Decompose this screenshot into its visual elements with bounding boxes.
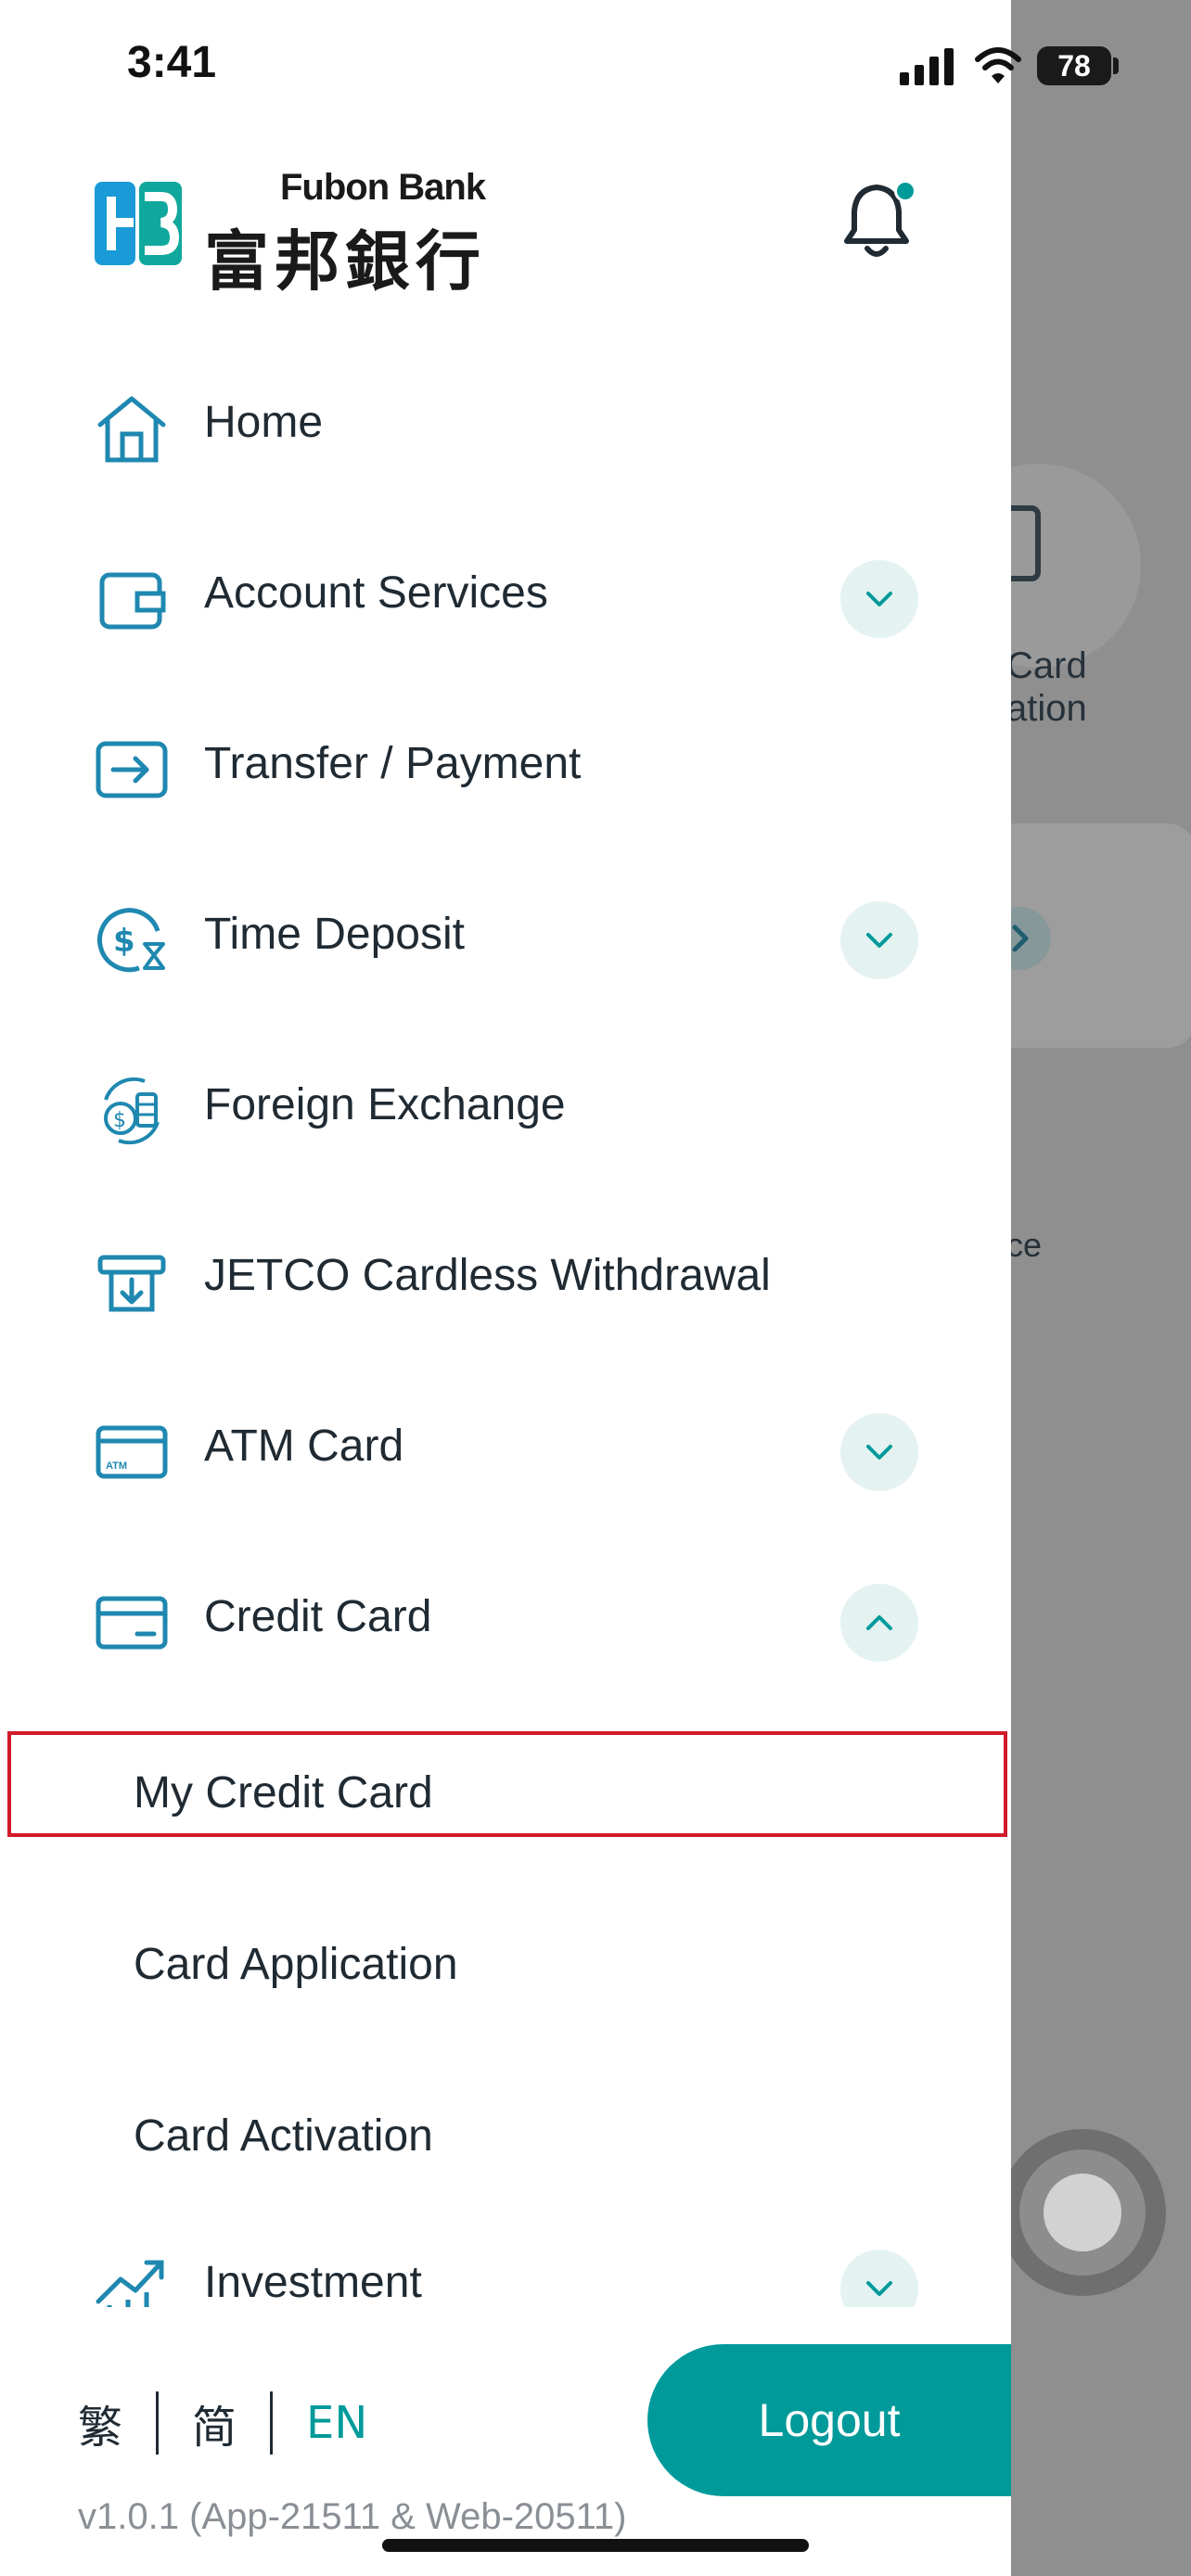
status-time: 3:41 xyxy=(127,38,217,87)
menu-item-credit-card[interactable]: Credit Card xyxy=(0,1545,1011,1684)
menu-label: Time Deposit xyxy=(204,910,465,959)
background-text: Card xyxy=(1011,645,1087,686)
brand-name-en: Fubon Bank xyxy=(280,167,486,208)
menu-label: Home xyxy=(204,398,324,447)
notification-badge xyxy=(894,180,916,202)
expand-chevron-button[interactable] xyxy=(840,2250,918,2307)
navigation-drawer: 3:41 78 Fubon Bank 富邦銀行 Home Account Ser… xyxy=(0,0,1119,2576)
menu-item-jetco-cardless-withdrawal[interactable]: JETCO Cardless Withdrawal xyxy=(0,1204,1011,1343)
menu-label: JETCO Cardless Withdrawal xyxy=(204,1251,771,1300)
battery-tip xyxy=(1113,57,1119,74)
submenu-label: My Credit Card xyxy=(134,1768,433,1817)
logout-button[interactable]: Logout xyxy=(647,2344,1011,2496)
language-option-simplified-chinese[interactable]: 简 xyxy=(192,2391,237,2455)
transfer-icon xyxy=(96,741,168,798)
menu-label: Transfer / Payment xyxy=(204,739,582,788)
menu-item-transfer-payment[interactable]: Transfer / Payment xyxy=(0,692,1011,831)
fubon-bank-logo: Fubon Bank 富邦銀行 xyxy=(93,167,492,300)
atm-card-icon: ATM xyxy=(96,1425,168,1479)
expand-chevron-button[interactable] xyxy=(840,1413,918,1491)
home-indicator[interactable] xyxy=(382,2539,809,2552)
menu-item-account-services[interactable]: Account Services xyxy=(0,521,1011,660)
atm-withdrawal-icon xyxy=(97,1255,166,1312)
time-deposit-icon: $ xyxy=(97,908,165,973)
svg-text:$: $ xyxy=(113,923,135,960)
menu-item-atm-card[interactable]: ATM ATM Card xyxy=(0,1374,1011,1513)
menu-label: Foreign Exchange xyxy=(204,1080,566,1129)
foreign-exchange-icon: $ xyxy=(104,1077,160,1145)
chevron-down-icon xyxy=(866,592,892,606)
expand-chevron-button[interactable] xyxy=(840,560,918,638)
menu-label: Credit Card xyxy=(204,1592,432,1641)
collapse-chevron-button[interactable] xyxy=(840,1584,918,1662)
brand-name-zh: 富邦銀行 xyxy=(204,223,486,300)
background-page-overlay[interactable]: Card ation ce xyxy=(1011,0,1191,2576)
background-card-icon xyxy=(1011,505,1041,581)
battery-icon: 78 xyxy=(1037,46,1111,85)
svg-text:$: $ xyxy=(113,1109,126,1132)
submenu-label: Card Activation xyxy=(134,2111,433,2161)
background-text: ce xyxy=(1011,1226,1043,1264)
atm-card-icon-text: ATM xyxy=(106,1460,127,1472)
investment-icon xyxy=(96,2260,164,2307)
menu-label: Account Services xyxy=(204,568,548,618)
wallet-icon xyxy=(99,572,166,630)
menu-scroll-clip: Investment xyxy=(0,2244,1011,2307)
credit-card-icon xyxy=(96,1596,168,1650)
chevron-up-icon xyxy=(866,1615,892,1630)
menu-item-time-deposit[interactable]: $ Time Deposit xyxy=(0,862,1011,1001)
wifi-icon xyxy=(975,47,1021,83)
language-option-traditional-chinese[interactable]: 繁 xyxy=(78,2391,122,2455)
assistive-touch-button[interactable] xyxy=(1011,2129,1166,2296)
submenu-item-my-credit-card[interactable]: My Credit Card xyxy=(0,1734,1011,1845)
cellular-signal-icon xyxy=(900,48,954,85)
menu-label: Investment xyxy=(204,2258,422,2307)
menu-item-home[interactable]: Home xyxy=(0,351,1011,490)
home-icon xyxy=(97,396,166,463)
language-divider xyxy=(156,2391,160,2455)
submenu-label: Card Application xyxy=(134,1940,458,1989)
language-divider xyxy=(270,2391,274,2455)
language-switcher: 繁 简 EN xyxy=(78,2391,367,2455)
app-version: v1.0.1 (App-21511 & Web-20511) xyxy=(78,2496,627,2537)
chevron-down-icon xyxy=(866,2281,892,2296)
language-option-english[interactable]: EN xyxy=(306,2397,367,2449)
chevron-down-icon xyxy=(866,933,892,948)
background-text: ation xyxy=(1011,688,1087,729)
chevron-down-icon xyxy=(866,1445,892,1460)
menu-label: ATM Card xyxy=(204,1422,404,1471)
submenu-item-card-activation[interactable]: Card Activation xyxy=(0,2077,1011,2188)
menu-item-investment[interactable]: Investment xyxy=(0,2244,1011,2307)
menu-item-foreign-exchange[interactable]: $ Foreign Exchange xyxy=(0,1033,1011,1172)
submenu-item-card-application[interactable]: Card Application xyxy=(0,1906,1011,2017)
fubon-logo-icon xyxy=(95,182,182,265)
expand-chevron-button[interactable] xyxy=(840,901,918,979)
